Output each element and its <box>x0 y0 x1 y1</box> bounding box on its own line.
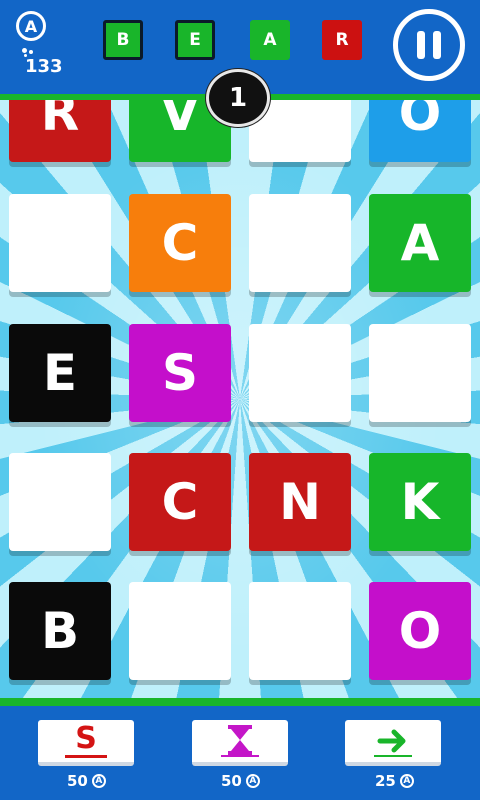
coin-icon: A <box>245 774 260 788</box>
letter-tile[interactable]: O <box>369 100 471 162</box>
letter-tile[interactable]: E <box>9 324 111 422</box>
coin-icon: A <box>399 774 414 788</box>
level-badge: 1 <box>206 69 270 127</box>
empty-tile[interactable] <box>9 194 111 292</box>
letter-board: RVOCAESCNKBO <box>0 100 480 698</box>
pause-icon-bar-right <box>433 31 441 59</box>
empty-tile[interactable] <box>129 582 231 680</box>
empty-tile[interactable] <box>369 324 471 422</box>
coin-icon: A <box>91 774 106 788</box>
letter-tile[interactable]: K <box>369 453 471 551</box>
empty-tile[interactable] <box>249 324 351 422</box>
letter-tile[interactable]: C <box>129 453 231 551</box>
bottom-divider <box>0 698 480 706</box>
letter-tile[interactable]: S <box>129 324 231 422</box>
letter-tile[interactable]: A <box>369 194 471 292</box>
target-letter-tile: R <box>322 20 362 60</box>
powerup-skip-cost: 25 A <box>375 772 414 790</box>
powerup-letter-cost: 50 A <box>67 772 106 790</box>
letter-tile[interactable]: O <box>369 582 471 680</box>
pause-button[interactable] <box>393 9 465 81</box>
arrow-right-icon <box>374 729 412 757</box>
letter-s-icon: S <box>65 724 107 758</box>
letter-tile[interactable]: B <box>9 582 111 680</box>
letter-tile[interactable]: R <box>9 100 111 162</box>
powerup-skip-button[interactable] <box>345 720 441 766</box>
coin-icon: A <box>16 11 46 41</box>
powerup-time-cost: 50 A <box>221 772 260 790</box>
powerup-letter-button[interactable]: S <box>38 720 134 766</box>
powerup-time-button[interactable] <box>192 720 288 766</box>
letter-tile[interactable]: C <box>129 194 231 292</box>
letter-tile[interactable]: N <box>249 453 351 551</box>
coin-count: 133 <box>25 56 63 77</box>
target-letter-tile: B <box>103 20 143 60</box>
empty-tile[interactable] <box>9 453 111 551</box>
empty-tile[interactable] <box>249 194 351 292</box>
hourglass-icon <box>221 725 259 757</box>
pause-icon-bar-left <box>417 31 425 59</box>
target-letter-tile: E <box>175 20 215 60</box>
empty-tile[interactable] <box>249 582 351 680</box>
target-letter-tile: A <box>250 20 290 60</box>
